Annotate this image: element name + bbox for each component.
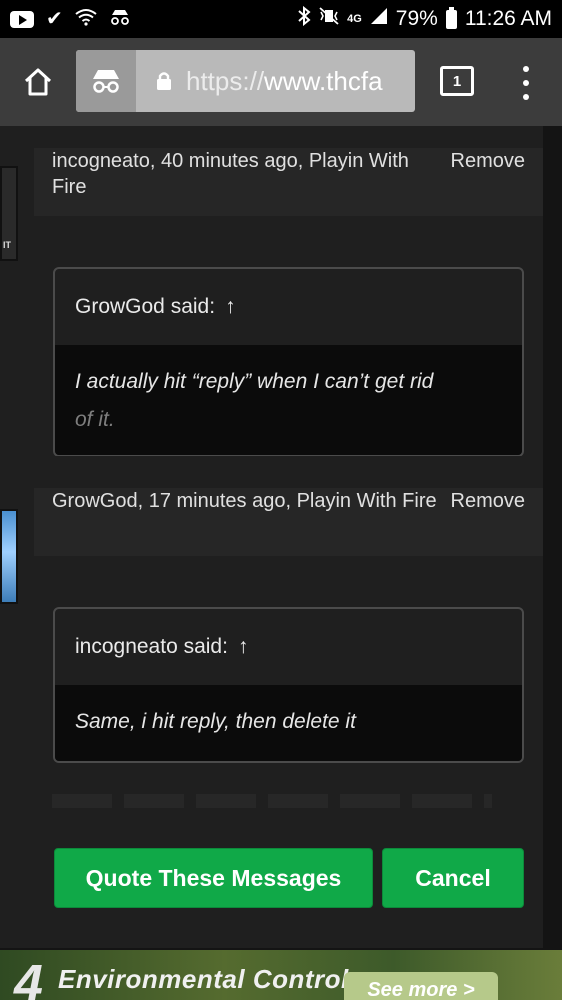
home-icon: [24, 68, 52, 96]
battery-icon: [445, 6, 457, 29]
browser-toolbar: https://www.thcfa 1: [0, 38, 562, 126]
quote-attribution[interactable]: incogneato said: ↑: [55, 609, 522, 685]
remove-link[interactable]: Remove: [451, 148, 525, 174]
ad-title: Environmental Controls: [58, 964, 364, 994]
ad-banner[interactable]: 4 Environmental Controls See more >: [0, 950, 562, 1000]
tab-count: 1: [452, 72, 462, 90]
remove-link[interactable]: Remove: [451, 488, 525, 514]
quote-text: I actually hit “reply” when I can’t get …: [55, 345, 522, 455]
message-body: incogneato said: ↑ Same, i hit reply, th…: [34, 556, 543, 822]
message-header: incogneato, 40 minutes ago, Playin With …: [34, 148, 543, 216]
jump-arrow-icon[interactable]: ↑: [225, 295, 236, 319]
home-button[interactable]: [0, 38, 76, 126]
status-bar: ✔ 4G 79% 11:26 AM: [0, 0, 562, 38]
checkmark-notification-icon: ✔: [46, 8, 63, 30]
avatar: [0, 166, 18, 261]
tab-switcher-button[interactable]: 1: [440, 66, 474, 96]
jump-arrow-icon[interactable]: ↑: [238, 635, 249, 659]
quote-line: Same, i hit reply, then delete it: [75, 710, 356, 733]
quote-block: incogneato said: ↑ Same, i hit reply, th…: [53, 607, 524, 763]
clock: 11:26 AM: [464, 7, 552, 30]
cancel-button[interactable]: Cancel: [382, 848, 524, 908]
quote-text: Same, i hit reply, then delete it: [55, 685, 522, 761]
message-meta: GrowGod, 17 minutes ago, Playin With Fir…: [52, 490, 437, 512]
ad-number: 4: [14, 955, 43, 1000]
quote-attribution[interactable]: GrowGod said: ↑: [55, 269, 522, 345]
avatar: [0, 509, 18, 604]
battery-percent: 79%: [395, 7, 438, 30]
incognito-notification-icon: [109, 8, 131, 30]
url-text: https://www.thcfa: [186, 65, 383, 96]
bluetooth-icon: [297, 5, 311, 32]
multi-quote-panel: incogneato, 40 minutes ago, Playin With …: [0, 126, 543, 948]
quote-author: incogneato said:: [75, 635, 228, 658]
quote-block: GrowGod said: ↑ I actually hit “reply” w…: [53, 267, 524, 456]
message-body: GrowGod said: ↑ I actually hit “reply” w…: [34, 216, 543, 456]
wifi-icon: [75, 8, 97, 30]
address-bar[interactable]: https://www.thcfa: [76, 50, 415, 112]
page-content: incogneato, 40 minutes ago, Playin With …: [0, 126, 562, 1000]
incognito-icon: [76, 50, 136, 112]
quote-author: GrowGod said:: [75, 295, 216, 318]
vibrate-mute-icon: [319, 7, 339, 31]
youtube-notification-icon: [10, 10, 34, 28]
faded-overflow-text: [52, 794, 492, 808]
ad-see-more-button[interactable]: See more >: [344, 972, 498, 1000]
overflow-menu-button[interactable]: [516, 66, 536, 100]
message-meta: incogneato, 40 minutes ago, Playin With …: [52, 150, 409, 198]
action-bar: Quote These Messages Cancel: [0, 822, 543, 946]
quote-messages-button[interactable]: Quote These Messages: [54, 848, 373, 908]
signal-icon: [370, 7, 388, 31]
quote-line: I actually hit “reply” when I can’t get …: [75, 370, 434, 393]
lock-icon: [156, 71, 172, 91]
message-header: GrowGod, 17 minutes ago, Playin With Fir…: [34, 488, 543, 556]
quote-line: of it.: [75, 408, 115, 431]
network-type-label: 4G: [347, 13, 362, 25]
